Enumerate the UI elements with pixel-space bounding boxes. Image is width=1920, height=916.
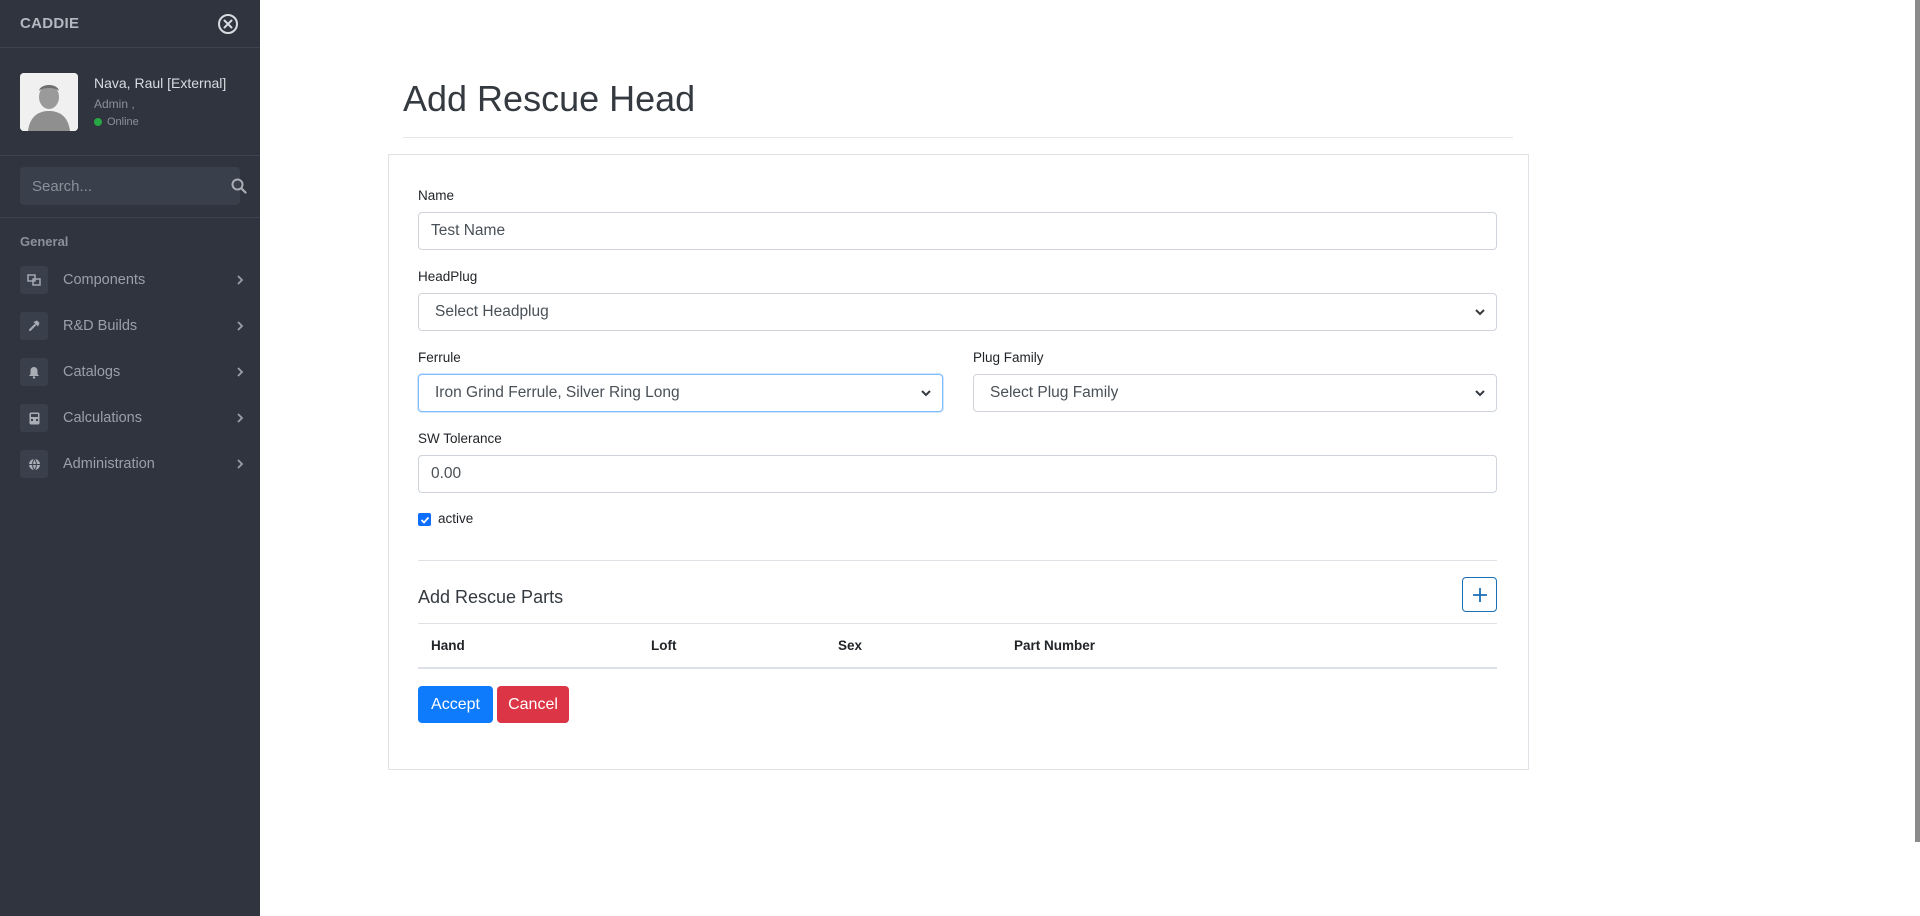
sw-tolerance-value: 0.00 — [431, 465, 462, 482]
plus-icon — [1472, 587, 1487, 602]
sidebar-item-label: Catalogs — [63, 364, 121, 380]
online-status-icon — [94, 118, 102, 126]
table-top-border — [418, 623, 1497, 624]
chevron-right-icon — [237, 413, 244, 423]
sw-tolerance-field[interactable]: 0.00 — [418, 455, 1497, 493]
brand-name: CADDIE — [20, 15, 80, 32]
sidebar-item-label: Calculations — [63, 410, 142, 426]
headplug-select[interactable]: Select Headplug — [418, 293, 1497, 331]
user-name[interactable]: Nava, Raul [External] — [94, 75, 226, 91]
nav-section-header: General — [20, 234, 69, 249]
chevron-right-icon — [237, 275, 244, 285]
user-status-label: Online — [107, 116, 139, 128]
components-icon — [20, 266, 48, 294]
active-checkbox[interactable] — [418, 513, 431, 526]
page-scrollbar[interactable] — [1915, 0, 1920, 842]
bell-icon — [20, 358, 48, 386]
table-header-border — [418, 667, 1497, 669]
column-header-part-number: Part Number — [1014, 638, 1096, 653]
accept-button[interactable]: Accept — [418, 686, 493, 723]
search-button[interactable] — [231, 167, 247, 205]
active-label[interactable]: active — [438, 511, 473, 526]
chevron-down-icon — [1475, 390, 1485, 397]
checkmark-icon — [420, 516, 429, 524]
search-icon — [231, 178, 247, 194]
name-value: Test Name — [431, 222, 506, 239]
add-part-button[interactable] — [1462, 577, 1497, 612]
sidebar-item-components[interactable]: Components — [0, 257, 260, 303]
column-header-loft: Loft — [651, 638, 677, 653]
title-divider — [403, 137, 1513, 138]
sidebar: CADDIE Nava, Raul [External] Admin , Onl… — [0, 0, 260, 916]
name-field[interactable]: Test Name — [418, 212, 1497, 250]
sidebar-brand-bar: CADDIE — [0, 0, 260, 48]
section-divider — [418, 560, 1497, 561]
user-status: Online — [94, 116, 226, 128]
cancel-button[interactable]: Cancel — [497, 686, 569, 723]
sidebar-item-calculations[interactable]: Calculations — [0, 395, 260, 441]
plug-family-selected: Select Plug Family — [990, 384, 1119, 401]
column-header-hand: Hand — [431, 638, 465, 653]
sidebar-item-label: R&D Builds — [63, 318, 138, 334]
ferrule-select[interactable]: Iron Grind Ferrule, Silver Ring Long — [418, 374, 943, 412]
sidebar-item-label: Administration — [63, 456, 155, 472]
parts-section-title: Add Rescue Parts — [418, 587, 564, 607]
chevron-right-icon — [237, 367, 244, 377]
chevron-right-icon — [237, 459, 244, 469]
avatar[interactable] — [20, 72, 78, 131]
headplug-label: HeadPlug — [418, 269, 478, 284]
page-title: Add Rescue Head — [403, 78, 696, 119]
sidebar-item-catalogs[interactable]: Catalogs — [0, 349, 260, 395]
sidebar-search — [0, 156, 260, 218]
user-info: Nava, Raul [External] Admin , Online — [94, 75, 226, 128]
ferrule-selected: Iron Grind Ferrule, Silver Ring Long — [435, 384, 680, 401]
user-panel: Nava, Raul [External] Admin , Online — [0, 48, 260, 156]
search-input[interactable] — [20, 167, 231, 205]
sidebar-item-label: Components — [63, 272, 146, 288]
user-role: Admin , — [94, 97, 135, 111]
search-box — [20, 167, 247, 205]
sidebar-item-administration[interactable]: Administration — [0, 441, 260, 487]
hammer-icon — [20, 312, 48, 340]
sidebar-item-rd-builds[interactable]: R&D Builds — [0, 303, 260, 349]
sw-tolerance-label: SW Tolerance — [418, 431, 502, 446]
globe-icon — [20, 450, 48, 478]
user-avatar-icon — [20, 72, 78, 131]
ferrule-label: Ferrule — [418, 350, 461, 365]
plug-family-select[interactable]: Select Plug Family — [973, 374, 1497, 412]
plug-family-label: Plug Family — [973, 350, 1044, 365]
name-label: Name — [418, 188, 455, 203]
chevron-down-icon — [1475, 309, 1485, 316]
headplug-selected: Select Headplug — [435, 303, 549, 320]
calculator-icon — [20, 404, 48, 432]
chevron-right-icon — [237, 321, 244, 331]
column-header-sex: Sex — [838, 638, 863, 653]
chevron-down-icon — [921, 390, 931, 397]
close-sidebar-icon[interactable] — [216, 12, 240, 36]
